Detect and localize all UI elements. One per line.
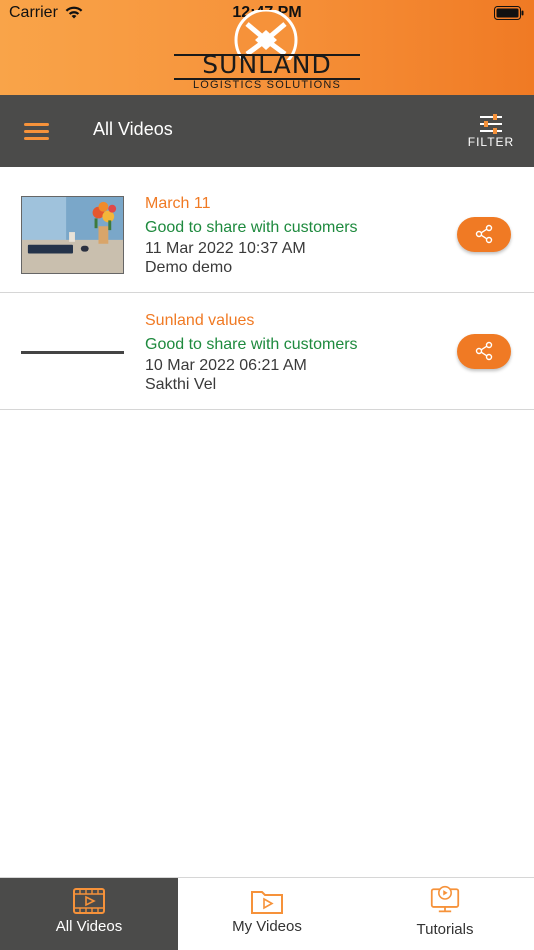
desk-photo — [21, 196, 124, 274]
video-tag: Good to share with customers — [145, 336, 358, 353]
thumbnail-placeholder-line — [21, 351, 124, 354]
video-thumbnail[interactable] — [21, 196, 124, 274]
hamburger-menu-icon[interactable] — [24, 123, 49, 141]
sunland-logo: SUNLAND LOGISTICS SOLUTIONS — [170, 10, 364, 92]
share-button[interactable] — [457, 217, 511, 252]
tab-label: Tutorials — [416, 921, 474, 938]
page-title: All Videos — [93, 119, 173, 139]
video-tag: Good to share with customers — [145, 219, 358, 236]
video-date: 11 Mar 2022 10:37 AM — [145, 240, 306, 257]
video-title[interactable]: March 11 — [145, 194, 358, 214]
tab-label: All Videos — [55, 918, 123, 935]
tab-label: My Videos — [232, 918, 302, 935]
logo-subtitle: LOGISTICS SOLUTIONS — [192, 79, 342, 91]
bottom-tab-bar: All Videos My Videos Tutorials — [0, 877, 534, 950]
video-date: 10 Mar 2022 06:21 AM — [145, 357, 307, 374]
film-icon — [73, 888, 105, 914]
filter-button[interactable]: FILTER — [462, 111, 520, 151]
video-list: March 11 Good to share with customers 11… — [0, 176, 534, 410]
sliders-icon — [480, 114, 502, 134]
logo-title: SUNLAND — [202, 50, 332, 79]
video-folder-icon — [251, 891, 283, 914]
video-author: Demo demo — [145, 259, 233, 276]
battery-icon — [494, 6, 524, 20]
list-item[interactable]: March 11 Good to share with customers 11… — [0, 176, 534, 293]
video-details: March 11 Good to share with customers 11… — [145, 194, 358, 277]
share-icon — [475, 224, 493, 244]
list-item[interactable]: Sunland values Good to share with custom… — [0, 293, 534, 410]
app-header: Carrier 12:47 PM SUNLAND LOGISTICS SOLUT… — [0, 0, 534, 95]
tab-tutorials[interactable]: Tutorials — [356, 878, 534, 950]
video-thumbnail[interactable] — [21, 313, 124, 391]
toolbar: All Videos FILTER — [0, 95, 534, 167]
filter-label: FILTER — [467, 135, 515, 149]
tab-all-videos[interactable]: All Videos — [0, 878, 178, 950]
video-author: Sakthi Vel — [145, 376, 217, 393]
share-button[interactable] — [457, 334, 511, 369]
tutorial-monitor-icon — [430, 885, 460, 913]
video-details: Sunland values Good to share with custom… — [145, 311, 358, 394]
tab-my-videos[interactable]: My Videos — [178, 878, 356, 950]
video-title[interactable]: Sunland values — [145, 311, 358, 331]
share-icon — [475, 341, 493, 361]
